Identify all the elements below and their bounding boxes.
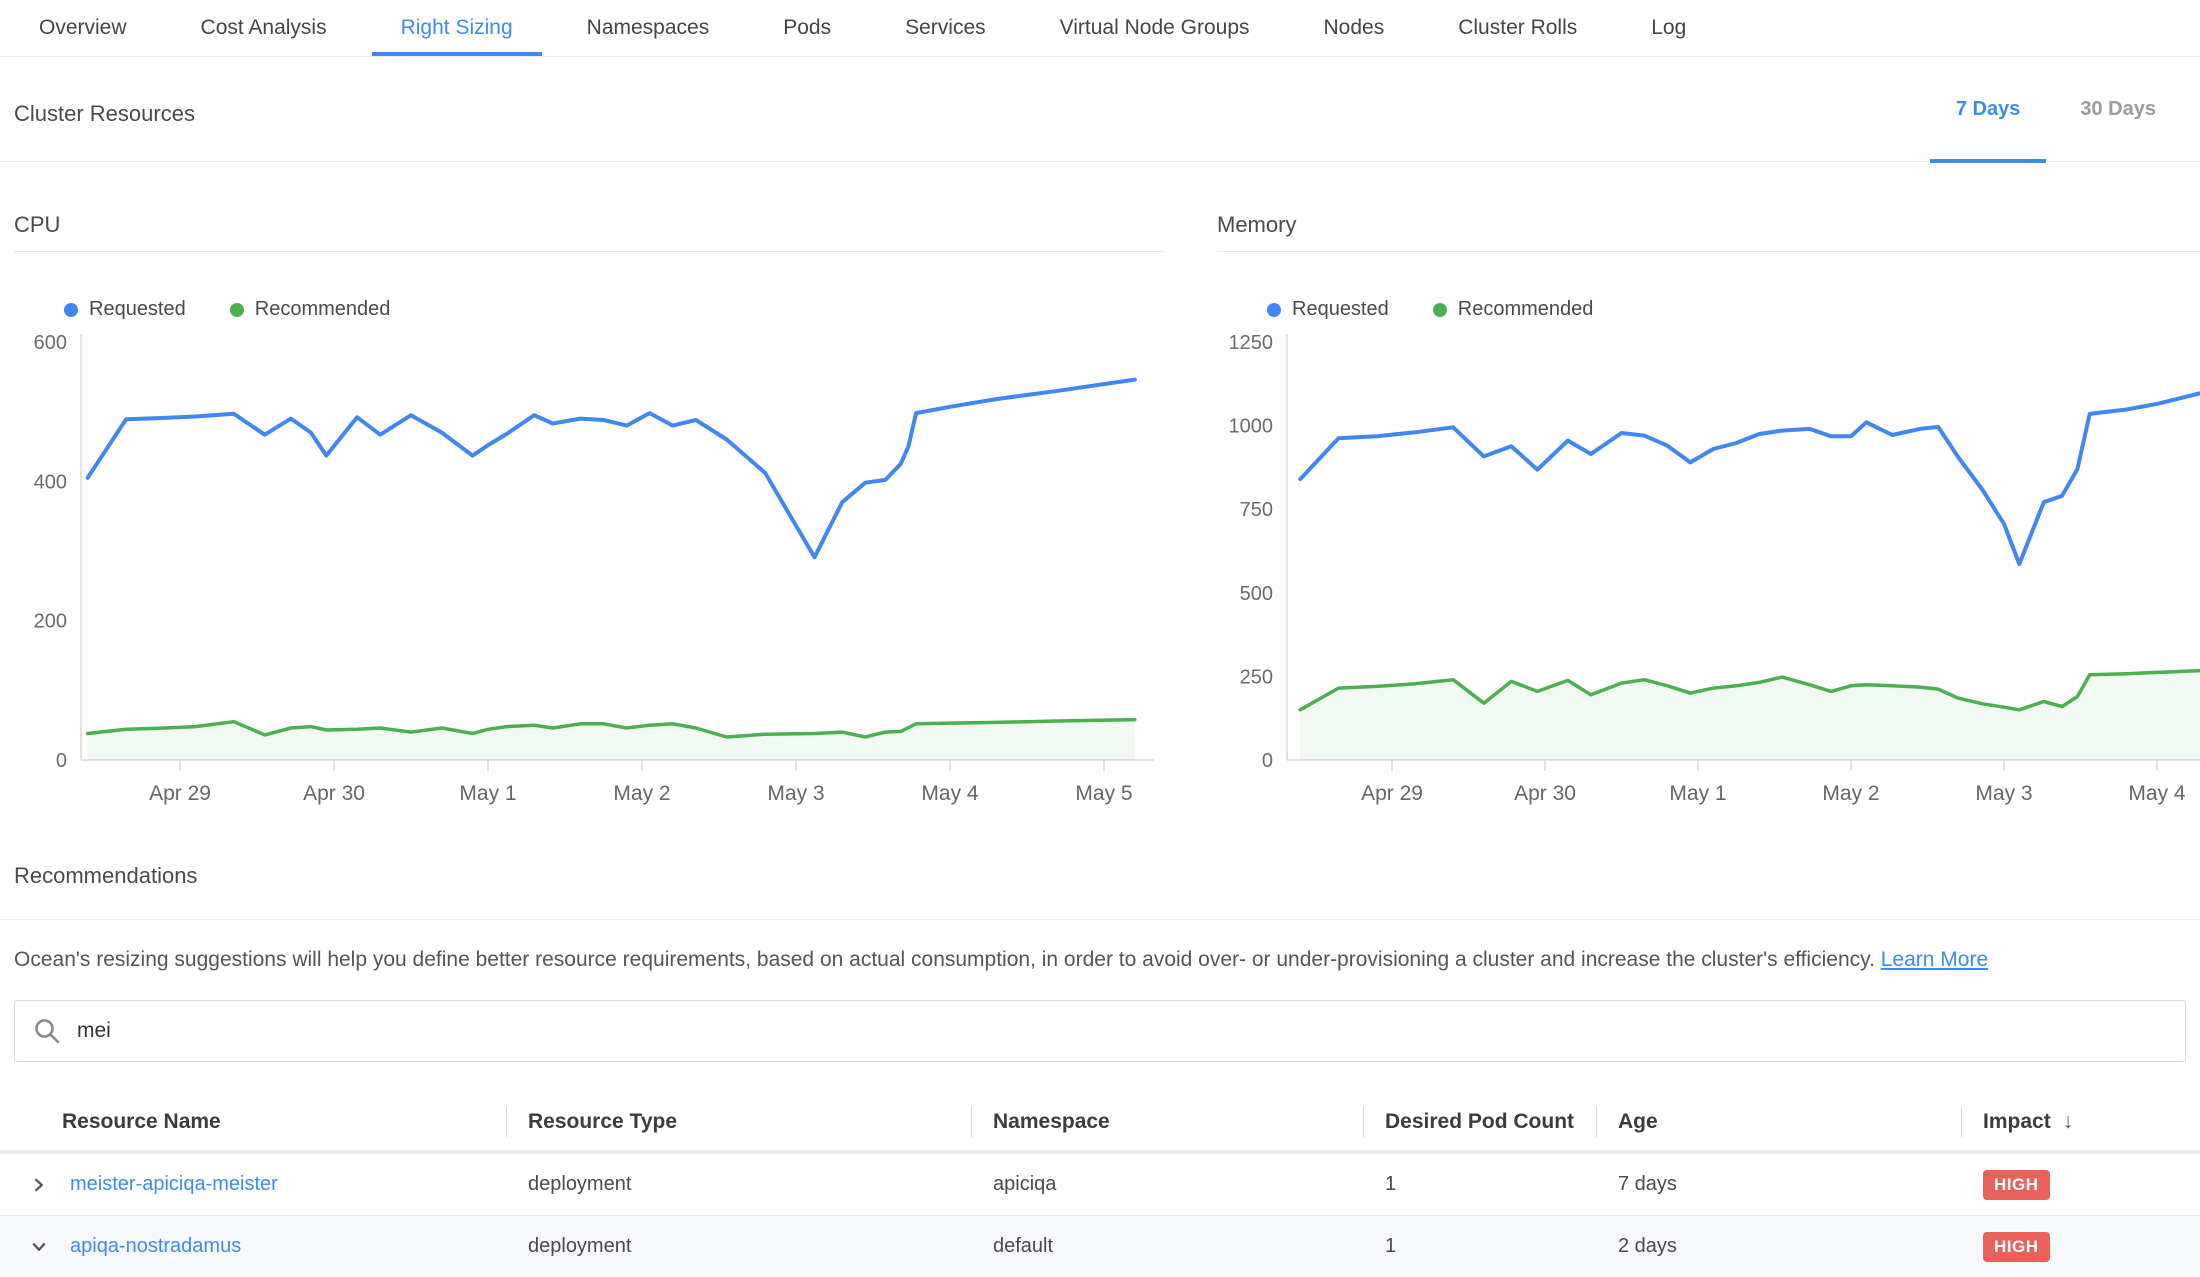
- legend-label: Requested: [1292, 298, 1389, 321]
- memory-chart-legend: Requested Recommended: [1267, 298, 2200, 321]
- memory-chart-title: Memory: [1217, 212, 2200, 252]
- legend-label: Recommended: [1458, 298, 1594, 321]
- svg-text:600: 600: [34, 332, 67, 354]
- cpu-chart-legend: Requested Recommended: [64, 298, 1164, 321]
- table-header: Resource Name Resource Type Namespace De…: [0, 1094, 2200, 1154]
- svg-text:May 3: May 3: [767, 782, 824, 805]
- svg-text:200: 200: [34, 611, 67, 633]
- tab-overview[interactable]: Overview: [2, 0, 164, 56]
- legend-item-recommended: Recommended: [1433, 298, 1594, 321]
- svg-text:Apr 29: Apr 29: [1361, 782, 1423, 805]
- column-header-resource-type[interactable]: Resource Type: [506, 1094, 971, 1150]
- legend-label: Requested: [89, 298, 186, 321]
- tab-services[interactable]: Services: [868, 0, 1023, 56]
- search-box[interactable]: [14, 1000, 2186, 1062]
- recommendations-description: Ocean's resizing suggestions will help y…: [0, 920, 2200, 974]
- resource-name-cell: apiqa-nostradamus: [0, 1235, 506, 1258]
- svg-text:250: 250: [1240, 666, 1273, 688]
- legend-dot-recommended: [230, 303, 244, 317]
- cpu-chart-title: CPU: [14, 212, 1164, 252]
- range-tab-30-days[interactable]: 30 Days: [2050, 57, 2186, 161]
- tab-pods[interactable]: Pods: [746, 0, 868, 56]
- cpu-chart: 600 400 200 0 Apr 29 Apr 30 May 1 May 2 May 3 May…: [14, 327, 1164, 805]
- svg-text:0: 0: [56, 750, 67, 772]
- resource-type-cell: deployment: [506, 1173, 971, 1196]
- column-header-resource-name[interactable]: Resource Name: [0, 1094, 506, 1150]
- recommendations-title: Recommendations: [0, 863, 2200, 920]
- search-input[interactable]: [75, 1018, 2167, 1044]
- desired-pod-count-cell: 1: [1363, 1173, 1596, 1196]
- svg-text:May 4: May 4: [921, 782, 979, 805]
- tab-cluster-rolls[interactable]: Cluster Rolls: [1421, 0, 1614, 56]
- namespace-cell: default: [971, 1235, 1363, 1258]
- charts-row: CPU Requested Recommended 600 400 200 0 Apr 2…: [0, 212, 2200, 805]
- recommendations-table: Resource Name Resource Type Namespace De…: [0, 1094, 2200, 1277]
- column-header-desired-pod-count[interactable]: Desired Pod Count: [1363, 1094, 1596, 1150]
- tab-cost-analysis[interactable]: Cost Analysis: [164, 0, 364, 56]
- cluster-resources-title: Cluster Resources: [14, 101, 195, 161]
- memory-chart-panel: Memory Requested Recommended 1250 1000 750 5…: [1217, 212, 2200, 805]
- chevron-right-icon[interactable]: [30, 1176, 48, 1194]
- chevron-down-icon[interactable]: [30, 1238, 48, 1256]
- svg-text:500: 500: [1240, 583, 1273, 605]
- svg-text:400: 400: [34, 471, 67, 493]
- age-cell: 7 days: [1596, 1173, 1961, 1196]
- column-header-age[interactable]: Age: [1596, 1094, 1961, 1150]
- resource-name-link[interactable]: apiqa-nostradamus: [70, 1235, 241, 1258]
- svg-text:0: 0: [1262, 750, 1273, 772]
- impact-badge: HIGH: [1983, 1170, 2050, 1200]
- range-tab-7-days[interactable]: 7 Days: [1926, 57, 2051, 161]
- svg-text:May 2: May 2: [1822, 782, 1879, 805]
- table-row: apiqa-nostradamus deploymentdefault12 day…: [0, 1216, 2200, 1277]
- tab-right-sizing[interactable]: Right Sizing: [364, 0, 550, 56]
- svg-text:May 1: May 1: [1669, 782, 1726, 805]
- resource-type-cell: deployment: [506, 1235, 971, 1258]
- legend-dot-recommended: [1433, 303, 1447, 317]
- recommendations-section: Recommendations Ocean's resizing suggest…: [0, 863, 2200, 974]
- svg-text:Apr 30: Apr 30: [303, 782, 365, 805]
- search-icon: [33, 1017, 61, 1045]
- time-range-tabs: 7 Days30 Days: [1926, 57, 2186, 161]
- tab-bar: OverviewCost AnalysisRight SizingNamespa…: [0, 0, 2200, 57]
- svg-text:May 4: May 4: [2128, 782, 2186, 805]
- svg-text:May 2: May 2: [613, 782, 670, 805]
- column-header-impact[interactable]: Impact↓: [1961, 1094, 2200, 1150]
- recommendations-description-text: Ocean's resizing suggestions will help y…: [14, 948, 1875, 971]
- cluster-resources-header: Cluster Resources 7 Days30 Days: [0, 57, 2200, 162]
- desired-pod-count-cell: 1: [1363, 1235, 1596, 1258]
- legend-item-requested: Requested: [1267, 298, 1389, 321]
- age-cell: 2 days: [1596, 1235, 1961, 1258]
- svg-text:1250: 1250: [1229, 332, 1274, 354]
- learn-more-link[interactable]: Learn More: [1881, 948, 1988, 971]
- tab-log[interactable]: Log: [1614, 0, 1723, 56]
- legend-label: Recommended: [255, 298, 391, 321]
- legend-dot-requested: [64, 303, 78, 317]
- tab-virtual-node-groups[interactable]: Virtual Node Groups: [1023, 0, 1287, 56]
- svg-text:May 1: May 1: [459, 782, 516, 805]
- svg-text:Apr 30: Apr 30: [1514, 782, 1576, 805]
- impact-badge: HIGH: [1983, 1232, 2050, 1262]
- resource-name-cell: meister-apiciqa-meister: [0, 1173, 506, 1196]
- table-body: meister-apiciqa-meisterdeploymentapiciqa…: [0, 1154, 2200, 1277]
- impact-cell: HIGH: [1961, 1170, 2200, 1200]
- cpu-chart-panel: CPU Requested Recommended 600 400 200 0 Apr 2…: [14, 212, 1164, 805]
- memory-chart: 1250 1000 750 500 250 0 Apr 29 Apr 30 May 1 May 2…: [1217, 327, 2200, 805]
- column-header-namespace[interactable]: Namespace: [971, 1094, 1363, 1150]
- legend-item-recommended: Recommended: [230, 298, 391, 321]
- svg-text:Apr 29: Apr 29: [149, 782, 211, 805]
- resource-name-link[interactable]: meister-apiciqa-meister: [70, 1173, 278, 1196]
- svg-text:May 3: May 3: [1975, 782, 2032, 805]
- table-row: meister-apiciqa-meister deploymentapiciqa…: [0, 1154, 2200, 1216]
- legend-dot-requested: [1267, 303, 1281, 317]
- legend-item-requested: Requested: [64, 298, 186, 321]
- svg-text:1000: 1000: [1229, 416, 1274, 438]
- tab-namespaces[interactable]: Namespaces: [550, 0, 747, 56]
- svg-text:750: 750: [1240, 499, 1273, 521]
- sort-descending-icon[interactable]: ↓: [2063, 1110, 2074, 1134]
- impact-cell: HIGH: [1961, 1232, 2200, 1262]
- namespace-cell: apiciqa: [971, 1173, 1363, 1196]
- svg-text:May 5: May 5: [1075, 782, 1132, 805]
- tab-nodes[interactable]: Nodes: [1287, 0, 1422, 56]
